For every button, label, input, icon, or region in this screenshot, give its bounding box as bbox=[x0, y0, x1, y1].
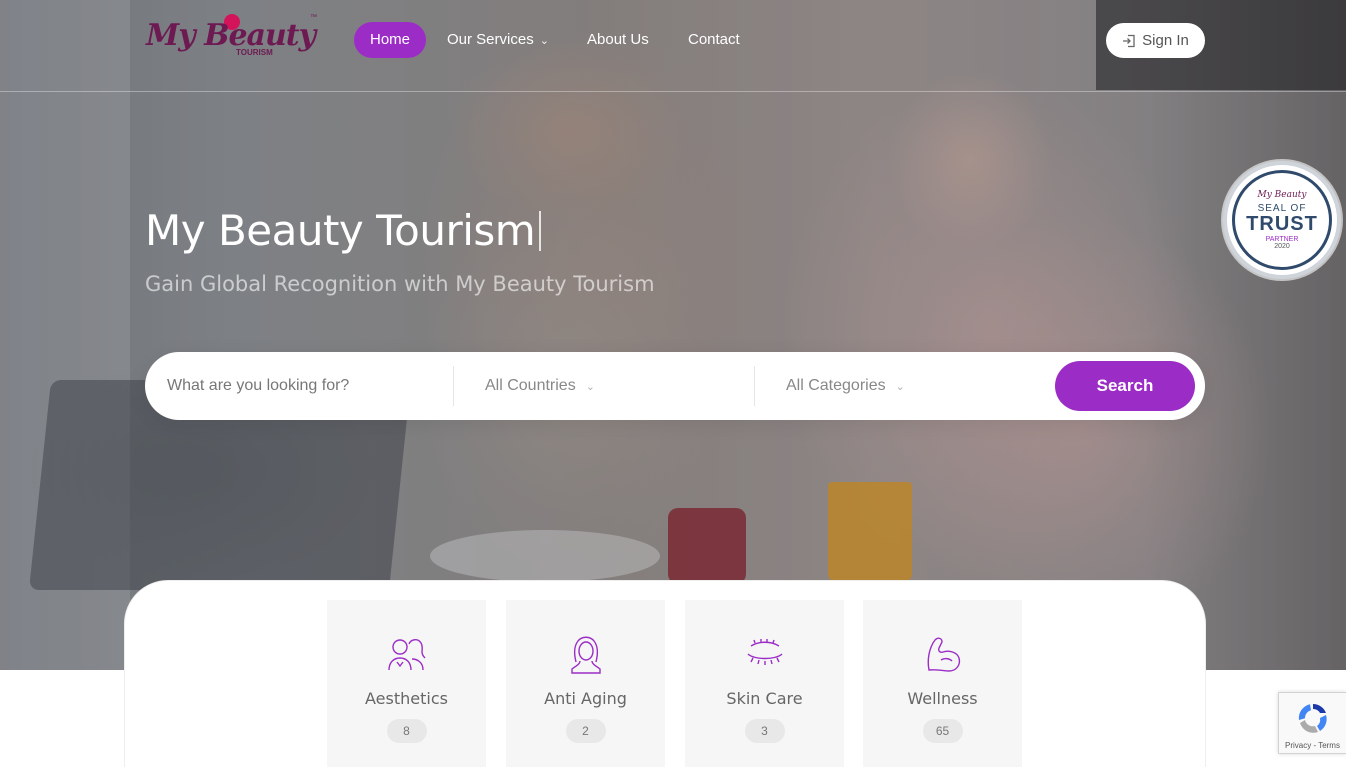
hero-overlay bbox=[0, 0, 1346, 670]
seal-brand: My Beauty bbox=[1257, 190, 1307, 200]
hero-subtitle: Gain Global Recognition with My Beauty T… bbox=[145, 272, 655, 296]
logo-trademark: ™ bbox=[310, 14, 317, 21]
category-card-aesthetics[interactable]: Aesthetics 8 bbox=[327, 600, 486, 767]
category-label: Skin Care bbox=[726, 689, 803, 708]
search-bar: All Countries ⌄ All Categories ⌄ Search bbox=[145, 352, 1205, 420]
sign-in-button[interactable]: Sign In bbox=[1106, 23, 1205, 58]
category-count-badge: 8 bbox=[386, 719, 427, 743]
seal-line2: TRUST bbox=[1246, 213, 1318, 235]
category-select[interactable]: All Categories ⌄ bbox=[786, 352, 905, 420]
seal-line3: PARTNER bbox=[1265, 236, 1299, 243]
category-count-badge: 65 bbox=[922, 719, 963, 743]
woman-portrait-icon bbox=[570, 636, 601, 674]
hero-title-text: My Beauty Tourism bbox=[145, 206, 536, 255]
couple-icon bbox=[387, 639, 425, 671]
hero-title: My Beauty Tourism bbox=[145, 206, 542, 255]
nav-about-us[interactable]: About Us bbox=[587, 22, 649, 58]
category-count-badge: 3 bbox=[744, 719, 785, 743]
logo-script-text: My Beauty bbox=[146, 18, 316, 53]
chevron-down-icon: ⌄ bbox=[895, 381, 905, 393]
nav-our-services-label: Our Services bbox=[447, 31, 534, 48]
category-label: Wellness bbox=[907, 689, 978, 708]
country-select[interactable]: All Countries ⌄ bbox=[485, 352, 595, 420]
categories-panel bbox=[124, 580, 1206, 767]
nav-home[interactable]: Home bbox=[354, 22, 426, 58]
chevron-down-icon: ⌄ bbox=[585, 381, 595, 393]
seal-year: 2020 bbox=[1274, 243, 1290, 250]
search-divider bbox=[453, 366, 454, 406]
nav-our-services[interactable]: Our Services ⌄ bbox=[447, 22, 549, 58]
category-card-skin-care[interactable]: Skin Care 3 bbox=[685, 600, 844, 767]
closed-eye-lashes-icon bbox=[747, 639, 782, 665]
category-select-value: All Categories bbox=[786, 377, 886, 394]
category-card-wellness[interactable]: Wellness 65 bbox=[863, 600, 1022, 767]
category-label: Anti Aging bbox=[544, 689, 627, 708]
typing-caret bbox=[539, 211, 542, 251]
seal-inner-ring: My Beauty SEAL OF TRUST PARTNER 2020 bbox=[1232, 170, 1332, 270]
flexed-arm-icon bbox=[927, 637, 960, 672]
recaptcha-badge[interactable]: Privacy - Terms bbox=[1278, 692, 1346, 754]
search-input[interactable] bbox=[167, 352, 447, 420]
brand-logo[interactable]: My Beauty TOURISM ™ bbox=[144, 12, 320, 62]
hero-background-image bbox=[0, 0, 1346, 670]
sign-in-icon bbox=[1123, 34, 1135, 47]
category-count-badge: 2 bbox=[565, 719, 606, 743]
logo-subtitle: TOURISM bbox=[236, 48, 273, 57]
category-card-anti-aging[interactable]: Anti Aging 2 bbox=[506, 600, 665, 767]
chevron-down-icon: ⌄ bbox=[539, 35, 549, 47]
country-select-value: All Countries bbox=[485, 377, 576, 394]
category-label: Aesthetics bbox=[365, 689, 448, 708]
search-divider bbox=[754, 366, 755, 406]
recaptcha-links[interactable]: Privacy - Terms bbox=[1285, 741, 1340, 750]
search-button[interactable]: Search bbox=[1055, 361, 1195, 411]
seal-of-trust-badge[interactable]: My Beauty SEAL OF TRUST PARTNER 2020 bbox=[1223, 161, 1341, 279]
sign-in-label: Sign In bbox=[1142, 32, 1189, 49]
recaptcha-icon bbox=[1298, 704, 1327, 733]
nav-contact[interactable]: Contact bbox=[688, 22, 740, 58]
